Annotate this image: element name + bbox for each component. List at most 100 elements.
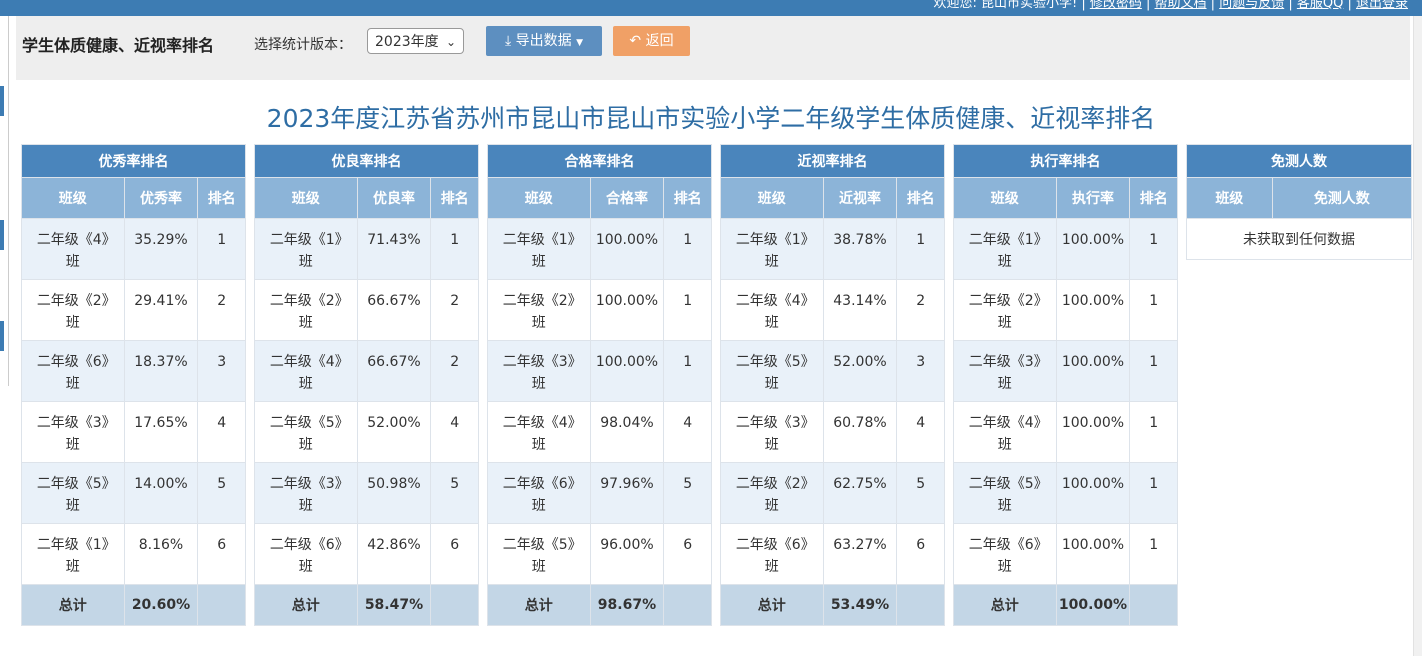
class-cell: 二年级《2》班 xyxy=(487,279,591,341)
class-cell: 二年级《3》班 xyxy=(21,401,125,463)
table-caption: 近视率排名 xyxy=(720,144,945,178)
empty-message: 未获取到任何数据 xyxy=(1186,218,1412,260)
version-label: 选择统计版本： xyxy=(254,37,352,53)
rank-cell: 3 xyxy=(197,340,246,402)
download-icon: ⤓ xyxy=(504,33,512,49)
rate-cell: 66.67% xyxy=(356,340,432,402)
support-qq-link[interactable]: 客服QQ xyxy=(1297,0,1343,11)
class-cell: 二年级《1》班 xyxy=(487,218,591,280)
rate-cell: 42.86% xyxy=(356,523,432,585)
back-button[interactable]: ↶ 返回 xyxy=(613,26,690,56)
table-row: 二年级《6》班 100.00% 1 xyxy=(953,523,1178,585)
rate-cell: 62.75% xyxy=(822,462,898,524)
table-row: 二年级《4》班 43.14% 2 xyxy=(720,279,945,341)
total-rate: 53.49% xyxy=(822,584,898,626)
good-rate-table: 优良率排名 班级 优良率 排名 二年级《1》班 71.43% 1 二年级《2》班 66.67% 2… xyxy=(254,144,479,626)
column-header: 班级 xyxy=(254,177,358,219)
rate-cell: 14.00% xyxy=(123,462,199,524)
total-rank xyxy=(197,584,246,626)
class-cell: 二年级《5》班 xyxy=(254,401,358,463)
table-row: 二年级《6》班 97.96% 5 xyxy=(487,462,712,524)
rate-cell: 100.00% xyxy=(589,340,665,402)
top-links: 欢迎您: 昆山市实验小学! | 修改密码 | 帮助文档 | 问题与反馈 | 客服… xyxy=(933,0,1408,11)
caret-down-icon: ▼ xyxy=(576,38,584,48)
exempt-count-table: 免测人数 班级 免测人数 未获取到任何数据 xyxy=(1186,144,1413,260)
rank-cell: 4 xyxy=(663,401,712,463)
change-password-link[interactable]: 修改密码 xyxy=(1090,0,1142,11)
rate-cell: 97.96% xyxy=(589,462,665,524)
reply-arrow-icon: ↶ xyxy=(629,33,642,49)
table-caption: 执行率排名 xyxy=(953,144,1178,178)
column-header: 合格率 xyxy=(589,177,665,219)
help-docs-link[interactable]: 帮助文档 xyxy=(1155,0,1207,11)
class-cell: 二年级《3》班 xyxy=(720,401,824,463)
excellent-rate-table: 优秀率排名 班级 优秀率 排名 二年级《4》班 35.29% 1 二年级《2》班 29.41% 2… xyxy=(21,144,246,626)
rank-cell: 3 xyxy=(896,340,945,402)
total-label: 总计 xyxy=(720,584,824,626)
rate-cell: 18.37% xyxy=(123,340,199,402)
rate-cell: 43.14% xyxy=(822,279,898,341)
table-row: 二年级《2》班 29.41% 2 xyxy=(21,279,246,341)
chevron-down-icon: ⌄ xyxy=(445,35,456,49)
column-header: 班级 xyxy=(21,177,125,219)
class-cell: 二年级《6》班 xyxy=(953,523,1057,585)
rate-cell: 98.04% xyxy=(589,401,665,463)
column-header: 班级 xyxy=(953,177,1057,219)
rank-cell: 6 xyxy=(663,523,712,585)
version-select[interactable]: 2023年度 ⌄ xyxy=(367,28,464,54)
rate-cell: 66.67% xyxy=(356,279,432,341)
rank-cell: 5 xyxy=(430,462,479,524)
table-row: 二年级《5》班 52.00% 3 xyxy=(720,340,945,402)
feedback-link[interactable]: 问题与反馈 xyxy=(1219,0,1284,11)
class-cell: 二年级《1》班 xyxy=(720,218,824,280)
table-row: 二年级《1》班 8.16% 6 xyxy=(21,523,246,585)
table-row: 二年级《4》班 100.00% 1 xyxy=(953,401,1178,463)
back-label: 返回 xyxy=(645,33,674,49)
table-row: 二年级《1》班 71.43% 1 xyxy=(254,218,479,280)
class-cell: 二年级《3》班 xyxy=(254,462,358,524)
total-label: 总计 xyxy=(487,584,591,626)
table-row: 二年级《5》班 96.00% 6 xyxy=(487,523,712,585)
page-title: 学生体质健康、近视率排名 xyxy=(22,36,215,55)
rank-cell: 1 xyxy=(1129,401,1178,463)
welcome-text: 欢迎您: 昆山市实验小学! xyxy=(933,0,1078,11)
column-header: 排名 xyxy=(663,177,712,219)
rank-cell: 2 xyxy=(430,340,479,402)
table-caption: 免测人数 xyxy=(1186,144,1412,178)
export-data-label: 导出数据 xyxy=(515,33,572,49)
class-cell: 二年级《6》班 xyxy=(254,523,358,585)
rank-cell: 1 xyxy=(896,218,945,280)
rate-cell: 96.00% xyxy=(589,523,665,585)
class-cell: 二年级《4》班 xyxy=(953,401,1057,463)
table-row: 二年级《3》班 60.78% 4 xyxy=(720,401,945,463)
table-row: 二年级《5》班 100.00% 1 xyxy=(953,462,1178,524)
class-cell: 二年级《3》班 xyxy=(953,340,1057,402)
table-row: 二年级《3》班 100.00% 1 xyxy=(953,340,1178,402)
class-cell: 二年级《4》班 xyxy=(254,340,358,402)
class-cell: 二年级《2》班 xyxy=(720,462,824,524)
rate-cell: 29.41% xyxy=(123,279,199,341)
total-row: 总计 53.49% xyxy=(720,584,945,626)
column-header: 免测人数 xyxy=(1271,177,1413,219)
column-header: 班级 xyxy=(720,177,824,219)
export-data-button[interactable]: ⤓ 导出数据 ▼ xyxy=(486,26,602,56)
rate-cell: 100.00% xyxy=(589,218,665,280)
total-label: 总计 xyxy=(254,584,358,626)
rate-cell: 52.00% xyxy=(356,401,432,463)
rank-cell: 4 xyxy=(430,401,479,463)
logout-link[interactable]: 退出登录 xyxy=(1356,0,1408,11)
rate-cell: 60.78% xyxy=(822,401,898,463)
pass-rate-table: 合格率排名 班级 合格率 排名 二年级《1》班 100.00% 1 二年级《2》班 100.00… xyxy=(487,144,712,626)
total-label: 总计 xyxy=(21,584,125,626)
rate-cell: 100.00% xyxy=(1055,218,1131,280)
rate-cell: 100.00% xyxy=(1055,401,1131,463)
toolbar: 学生体质健康、近视率排名 选择统计版本： 2023年度 ⌄ ⤓ 导出数据 ▼ ↶… xyxy=(16,16,1410,80)
rate-cell: 17.65% xyxy=(123,401,199,463)
rank-cell: 6 xyxy=(430,523,479,585)
rate-cell: 100.00% xyxy=(589,279,665,341)
rank-cell: 6 xyxy=(896,523,945,585)
class-cell: 二年级《2》班 xyxy=(254,279,358,341)
table-row: 二年级《3》班 17.65% 4 xyxy=(21,401,246,463)
class-cell: 二年级《6》班 xyxy=(720,523,824,585)
table-row: 二年级《2》班 100.00% 1 xyxy=(487,279,712,341)
